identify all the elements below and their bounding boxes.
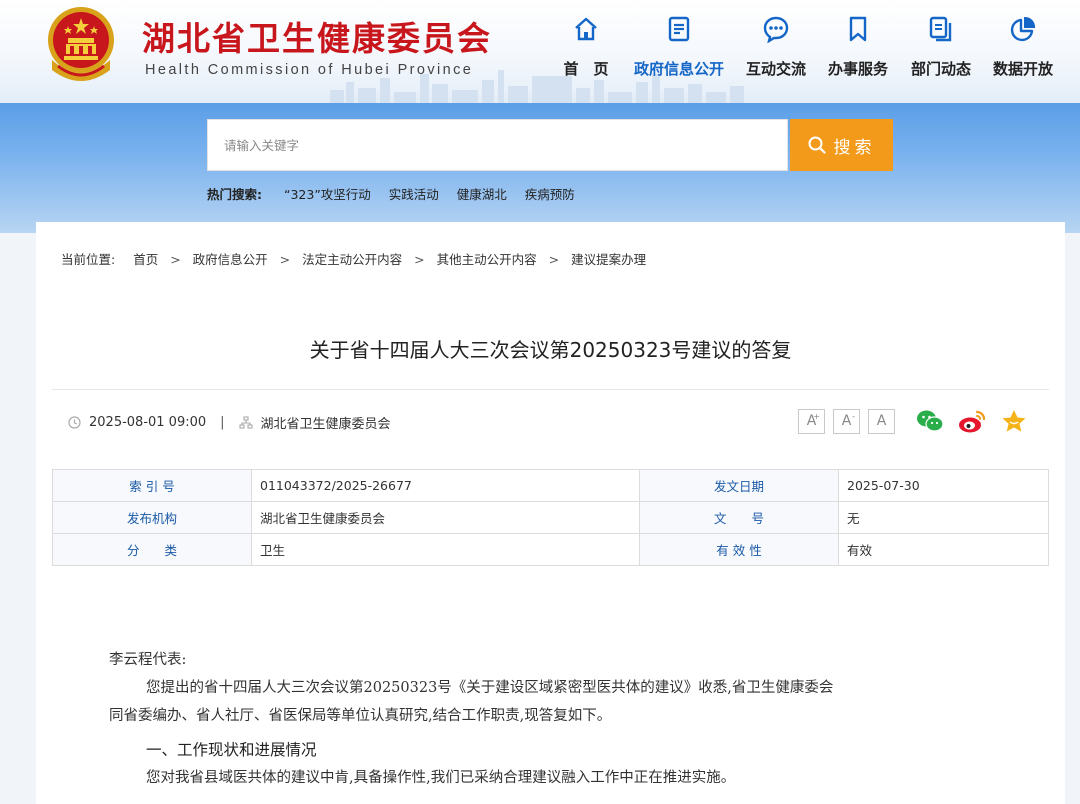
hot-search-bar: 热门搜索: “323”攻坚行动 实践活动 健康湖北 疾病预防: [207, 184, 589, 203]
nav-item-gov-info[interactable]: 政府信息公开: [634, 12, 724, 88]
bookmark-icon: [849, 16, 867, 42]
font-decrease-button[interactable]: A-: [833, 408, 860, 434]
hot-keyword-link[interactable]: 实践活动: [389, 187, 439, 202]
publish-source: 湖北省卫生健康委员会: [260, 417, 391, 432]
hot-keyword-link[interactable]: “323”攻坚行动: [284, 187, 371, 202]
title-divider: [52, 389, 1049, 390]
info-value: 卫生: [251, 533, 640, 566]
breadcrumb-separator: >: [279, 252, 291, 267]
nav-label-interaction: 互动交流: [745, 60, 806, 78]
breadcrumb-item[interactable]: 建议提案办理: [571, 252, 646, 267]
info-key: 索 引 号: [52, 469, 252, 502]
nav-item-open-data[interactable]: 数据开放: [978, 12, 1068, 88]
body-paragraph: 您对我省县域医共体的建议中肯,具备操作性,我们已采纳合理建议融入工作中正在推进实…: [146, 770, 736, 786]
site-header: 湖北省卫生健康委员会 Health Commission of Hubei Pr…: [0, 0, 1080, 103]
info-key: 发布机构: [52, 501, 252, 534]
nav-label-dept-news: 部门动态: [910, 60, 971, 78]
breadcrumb: 当前位置: 首页 > 政府信息公开 > 法定主动公开内容 > 其他主动公开内容 …: [61, 249, 646, 268]
info-value: 无: [838, 501, 1049, 534]
breadcrumb-separator: >: [170, 252, 181, 267]
breadcrumb-label: 当前位置:: [61, 252, 116, 267]
home-icon: [575, 17, 597, 41]
pie-chart-icon: [1010, 16, 1036, 42]
article-tools: A + A- A: [798, 408, 1029, 434]
wechat-icon[interactable]: [915, 408, 945, 434]
info-key: 文 号: [639, 501, 839, 534]
document-list-icon: [668, 16, 690, 42]
salutation: 李云程代表:: [109, 652, 187, 668]
search-button-label: 搜索: [833, 137, 876, 158]
table-row: 分 类 卫生 有 效 性 有效: [52, 533, 1049, 566]
nav-item-dept-news[interactable]: 部门动态: [896, 12, 986, 88]
nav-label-gov-info: 政府信息公开: [634, 60, 725, 78]
breadcrumb-item[interactable]: 其他主动公开内容: [437, 252, 537, 267]
organization-icon: [238, 416, 253, 429]
nav-label-home: 首 页: [563, 60, 609, 78]
hot-keyword-link[interactable]: 健康湖北: [457, 187, 507, 202]
nav-item-services[interactable]: 办事服务: [813, 12, 903, 88]
document-info-table: 索 引 号 011043372/2025-26677 发文日期 2025-07-…: [52, 469, 1049, 566]
table-row: 索 引 号 011043372/2025-26677 发文日期 2025-07-…: [52, 469, 1049, 502]
font-reset-button[interactable]: A: [868, 408, 895, 434]
info-value: 有效: [838, 533, 1049, 566]
font-increase-button[interactable]: A +: [798, 408, 825, 434]
search-button[interactable]: 搜索: [790, 119, 893, 171]
breadcrumb-separator: >: [414, 252, 425, 267]
breadcrumb-item[interactable]: 政府信息公开: [193, 252, 268, 267]
article-title: 关于省十四届人大三次会议第20250323号建议的答复: [309, 338, 792, 362]
weibo-icon[interactable]: [957, 408, 987, 434]
search-icon: [808, 136, 826, 154]
favorite-star-icon[interactable]: [999, 408, 1029, 434]
body-paragraph-continued: 同省委编办、省人社厅、省医保局等单位认真研究,结合工作职责,现答复如下。: [109, 708, 612, 724]
search-band: 搜索 热门搜索: “323”攻坚行动 实践活动 健康湖北 疾病预防: [0, 103, 1080, 233]
info-value: 湖北省卫生健康委员会: [251, 501, 640, 534]
info-key: 分 类: [52, 533, 252, 566]
section-heading: 一、工作现状和进展情况: [146, 741, 317, 759]
nav-label-services: 办事服务: [827, 60, 888, 78]
breadcrumb-separator: >: [548, 252, 560, 267]
search-box: [207, 119, 788, 171]
hot-keyword-link[interactable]: 疾病预防: [525, 187, 575, 202]
chat-bubble-icon: [763, 16, 789, 43]
table-row: 发布机构 湖北省卫生健康委员会 文 号 无: [52, 501, 1049, 534]
info-value: 011043372/2025-26677: [251, 469, 640, 502]
nav-label-open-data: 数据开放: [992, 60, 1053, 78]
hot-search-label: 热门搜索:: [207, 187, 262, 202]
search-input[interactable]: [208, 120, 787, 170]
content-card: 当前位置: 首页 > 政府信息公开 > 法定主动公开内容 > 其他主动公开内容 …: [36, 222, 1065, 804]
publish-date: 2025-08-01 09:00: [89, 415, 207, 430]
info-key: 发文日期: [639, 469, 839, 502]
breadcrumb-item[interactable]: 首页: [133, 252, 158, 267]
clock-icon: [68, 416, 81, 429]
article-body: 李云程代表: 您提出的省十四届人大三次会议第20250323号《关于建设区域紧密…: [109, 646, 1009, 792]
main-nav: 首 页 政府信息公开 互动交流 办事服务 部门动态 数据开放: [0, 12, 1080, 92]
nav-item-home[interactable]: 首 页: [541, 12, 631, 88]
copy-document-icon: [929, 16, 952, 42]
meta-separator: |: [220, 415, 225, 430]
info-key: 有 效 性: [639, 533, 839, 566]
info-value: 2025-07-30: [838, 469, 1049, 502]
body-paragraph: 您提出的省十四届人大三次会议第20250323号《关于建设区域紧密型医共体的建议…: [146, 680, 834, 696]
breadcrumb-item[interactable]: 法定主动公开内容: [302, 252, 402, 267]
nav-item-interaction[interactable]: 互动交流: [731, 12, 821, 88]
article-meta: 2025-08-01 09:00 | 湖北省卫生健康委员会: [68, 413, 391, 432]
